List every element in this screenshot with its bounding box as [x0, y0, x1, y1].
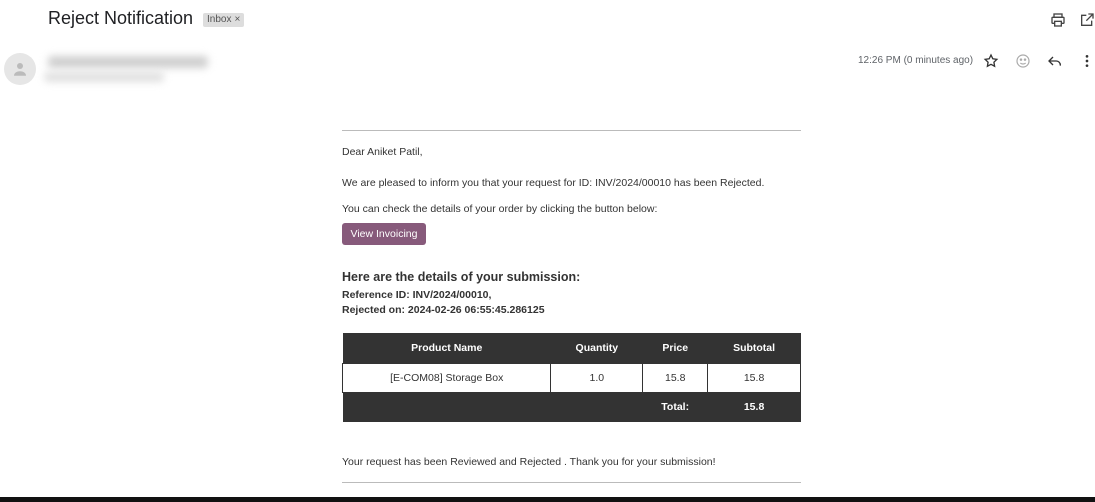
column-header-quantity: Quantity — [550, 333, 643, 363]
divider-top — [342, 130, 801, 131]
rejection-message: We are pleased to inform you that your r… — [342, 177, 765, 189]
remove-label-icon[interactable]: × — [234, 14, 240, 25]
cell-product: [E-COM08] Storage Box — [341, 362, 552, 393]
print-icon[interactable] — [1050, 12, 1066, 28]
person-icon — [14, 63, 26, 76]
cell-price: 15.8 — [642, 362, 709, 393]
table-total-row: Total: 15.8 — [342, 392, 801, 422]
email-subject: Reject Notification — [48, 8, 194, 28]
sender-info-redacted — [40, 50, 210, 88]
more-vertical-icon[interactable] — [1079, 53, 1095, 69]
table-row: [E-COM08] Storage Box 1.0 15.8 15.8 — [341, 362, 801, 393]
instruction-text: You can check the details of your order … — [342, 203, 658, 215]
bottom-edge-bar — [0, 497, 1095, 502]
details-table: Product Name Quantity Price Subtotal [E-… — [341, 333, 801, 422]
divider-bottom — [342, 482, 801, 483]
total-label: Total: — [642, 392, 708, 422]
column-header-price: Price — [642, 333, 708, 363]
total-value: 15.8 — [707, 392, 801, 422]
table-header-row: Product Name Quantity Price Subtotal — [342, 333, 801, 363]
greeting: Dear Aniket Patil, — [342, 146, 423, 158]
inbox-label-text: Inbox — [207, 14, 232, 25]
message-timestamp: 12:26 PM (0 minutes ago) — [858, 55, 974, 66]
inbox-label-chip[interactable]: Inbox × — [203, 13, 245, 27]
star-icon[interactable] — [983, 53, 999, 69]
reply-icon[interactable] — [1047, 53, 1063, 69]
view-invoicing-button[interactable]: View Invoicing — [342, 223, 426, 245]
rejected-on: Rejected on: 2024-02-26 06:55:45.286125 — [342, 304, 545, 316]
emoji-reaction-icon[interactable] — [1015, 53, 1031, 69]
cell-quantity: 1.0 — [550, 362, 644, 393]
reference-id: Reference ID: INV/2024/00010, — [342, 289, 492, 301]
open-in-new-window-icon[interactable] — [1079, 12, 1095, 28]
details-heading: Here are the details of your submission: — [342, 270, 581, 284]
cell-subtotal: 15.8 — [707, 362, 801, 393]
avatar[interactable] — [4, 53, 36, 85]
closing-message: Your request has been Reviewed and Rejec… — [342, 456, 716, 468]
column-header-subtotal: Subtotal — [707, 333, 801, 363]
column-header-product: Product Name — [342, 333, 551, 363]
